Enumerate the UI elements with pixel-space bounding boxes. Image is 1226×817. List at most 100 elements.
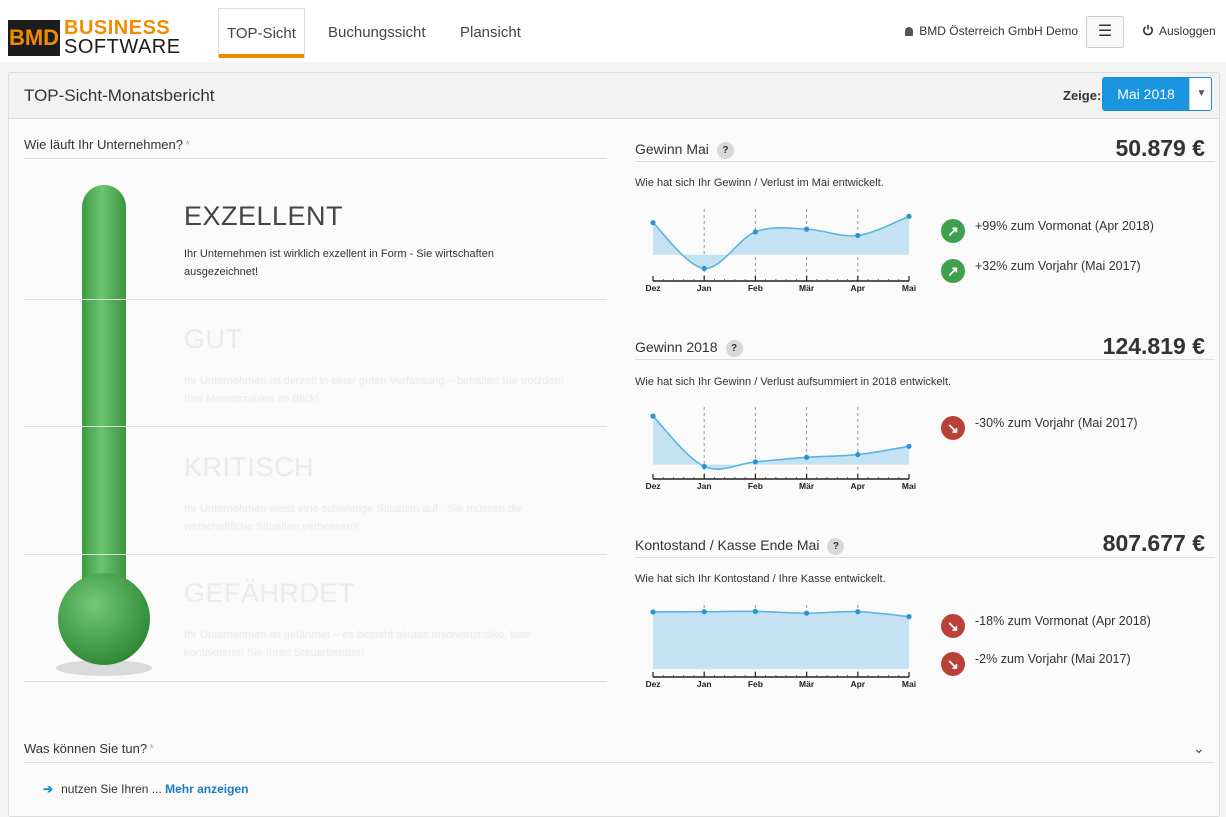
- data-point: [855, 232, 861, 239]
- help-icon[interactable]: ?: [725, 340, 743, 357]
- logo-line1: BUSINESS: [64, 17, 171, 39]
- level-excellent: EXZELLENT Ihr Unternehmen ist wirklich e…: [24, 191, 607, 301]
- kpi-value: 50.879 €: [1115, 135, 1205, 161]
- month-select[interactable]: Mai 2018 ▼: [1102, 77, 1212, 111]
- tick-label: Mär: [799, 283, 815, 293]
- data-point: [752, 229, 758, 235]
- tick-label: Mär: [799, 481, 815, 491]
- tick-label: Mär: [799, 679, 815, 689]
- action-text: nutzen Sie Ihren ...: [61, 782, 166, 796]
- top-navigation: BMD BUSINESS SOFTWARE TOP-Sicht Buchungs…: [0, 0, 1226, 62]
- logo-line2: SOFTWARE: [64, 36, 181, 58]
- chart-kontostand: Dez Jan Feb Mär Apr Mai: [645, 605, 916, 689]
- divider: [24, 426, 607, 427]
- arrow-up-right-icon: ↗: [941, 259, 965, 283]
- action-item: ➔ nutzen Sie Ihren ... Mehr anzeigen: [43, 782, 248, 796]
- divider: [24, 299, 607, 300]
- kpi-value: 124.819 €: [1102, 333, 1205, 359]
- logout-button[interactable]: Ausloggen: [1142, 24, 1216, 38]
- kpi-value: 807.677 €: [1102, 530, 1205, 556]
- kpi-subtitle: Wie hat sich Ihr Gewinn / Verlust im Mai…: [635, 177, 884, 189]
- logo-mark: BMD: [8, 20, 60, 56]
- divider: [635, 359, 1215, 360]
- data-point: [906, 443, 912, 449]
- tick-label: Mai: [902, 481, 916, 491]
- report-panel: TOP-Sicht-Monatsbericht Zeige: Mai 2018 …: [8, 72, 1220, 817]
- divider: [635, 161, 1215, 162]
- chevron-down-icon[interactable]: ⌄: [1193, 740, 1205, 757]
- tab-top-sicht[interactable]: TOP-Sicht: [218, 8, 305, 58]
- period-label: Zeige:: [1063, 88, 1102, 103]
- chart-area: [653, 611, 909, 669]
- stat-item: ↗ +99% zum Vormonat (Apr 2018): [941, 219, 1154, 243]
- data-point: [855, 451, 861, 458]
- power-icon: [1143, 24, 1153, 36]
- tick-label: Jan: [697, 679, 712, 689]
- tick-label: Jan: [697, 283, 712, 293]
- data-point: [804, 226, 810, 232]
- user-menu[interactable]: BMD Österreich GmbH Demo: [905, 24, 1078, 38]
- stat-item: ↘ -18% zum Vormonat (Apr 2018): [941, 614, 1151, 638]
- data-point: [701, 463, 707, 470]
- user-icon: [905, 27, 914, 36]
- level-heading: GEFÄHRDET: [184, 578, 356, 608]
- help-icon[interactable]: ?: [716, 142, 734, 159]
- help-icon[interactable]: ?: [827, 538, 845, 555]
- level-heading: GUT: [184, 324, 243, 354]
- tick-label: Mai: [902, 283, 916, 293]
- actions-section-title: Was können Sie tun? *: [24, 741, 155, 756]
- level-endangered: GEFÄHRDET Ihr Unternehmen ist gefährdet …: [24, 573, 607, 683]
- tick-label: Apr: [850, 679, 865, 689]
- data-point: [650, 609, 656, 615]
- tick-label: Jan: [697, 481, 712, 491]
- tick-label: Feb: [748, 283, 763, 293]
- kpi-subtitle: Wie hat sich Ihr Gewinn / Verlust aufsum…: [635, 376, 952, 388]
- stat-item: ↘ -2% zum Vorjahr (Mai 2017): [941, 652, 1131, 676]
- divider: [24, 762, 1214, 763]
- kpi-title-gewinn-mai: Gewinn Mai?: [635, 141, 734, 159]
- level-heading: EXZELLENT: [184, 201, 344, 231]
- divider: [24, 554, 607, 555]
- divider: [635, 557, 1215, 558]
- level-good: GUT Ihr Unternehmen ist derzeit in einer…: [24, 319, 607, 429]
- chart-area: [653, 416, 909, 470]
- tick-label: Mai: [902, 679, 916, 689]
- data-point: [752, 459, 758, 465]
- level-text: Ihr Unternehmen ist derzeit in einer gut…: [184, 375, 564, 405]
- tab-plansicht[interactable]: Plansicht: [452, 8, 529, 58]
- tick-label: Dez: [645, 283, 660, 293]
- level-text: Ihr Unternehmen weist eine schwierige Si…: [184, 503, 523, 533]
- kpi-title-gewinn-2018: Gewinn 2018?: [635, 339, 743, 357]
- data-point: [701, 609, 707, 615]
- arrow-down-right-icon: ↘: [941, 614, 965, 638]
- divider: [24, 158, 607, 159]
- tab-buchungssicht[interactable]: Buchungssicht: [320, 8, 434, 58]
- panel-header: TOP-Sicht-Monatsbericht Zeige: Mai 2018 …: [9, 73, 1219, 119]
- data-point: [906, 614, 912, 620]
- data-point: [650, 220, 656, 226]
- show-more-link[interactable]: Mehr anzeigen: [165, 782, 248, 796]
- data-point: [855, 609, 861, 615]
- data-point: [804, 454, 810, 460]
- chart-gewinn-2018: Dez Jan Feb Mär Apr Mai: [645, 407, 916, 491]
- level-text: Ihr Unternehmen ist gefährdet – es beste…: [184, 629, 531, 659]
- bmd-logo[interactable]: BMD BUSINESS SOFTWARE: [8, 8, 181, 58]
- menu-icon: ☰: [1097, 23, 1113, 40]
- arrow-down-right-icon: ↘: [941, 652, 965, 676]
- divider: [24, 681, 607, 682]
- tick-label: Apr: [850, 283, 865, 293]
- stat-item: ↘ -30% zum Vorjahr (Mai 2017): [941, 416, 1138, 440]
- tick-label: Dez: [645, 481, 660, 491]
- month-value: Mai 2018: [1103, 78, 1189, 110]
- data-point: [701, 265, 707, 272]
- level-text: Ihr Unternehmen ist wirklich exzellent i…: [184, 248, 494, 278]
- status-section-title: Wie läuft Ihr Unternehmen? *: [24, 137, 191, 152]
- arrow-down-right-icon: ↘: [941, 416, 965, 440]
- stat-item: ↗ +32% zum Vorjahr (Mai 2017): [941, 259, 1141, 283]
- chart-area: [653, 216, 909, 269]
- kpi-title-kontostand: Kontostand / Kasse Ende Mai?: [635, 537, 845, 555]
- kpi-subtitle: Wie hat sich Ihr Kontostand / Ihre Kasse…: [635, 573, 886, 585]
- hamburger-menu-button[interactable]: ☰: [1086, 16, 1124, 48]
- caret-down-icon[interactable]: ▼: [1189, 78, 1211, 110]
- tick-label: Apr: [850, 481, 865, 491]
